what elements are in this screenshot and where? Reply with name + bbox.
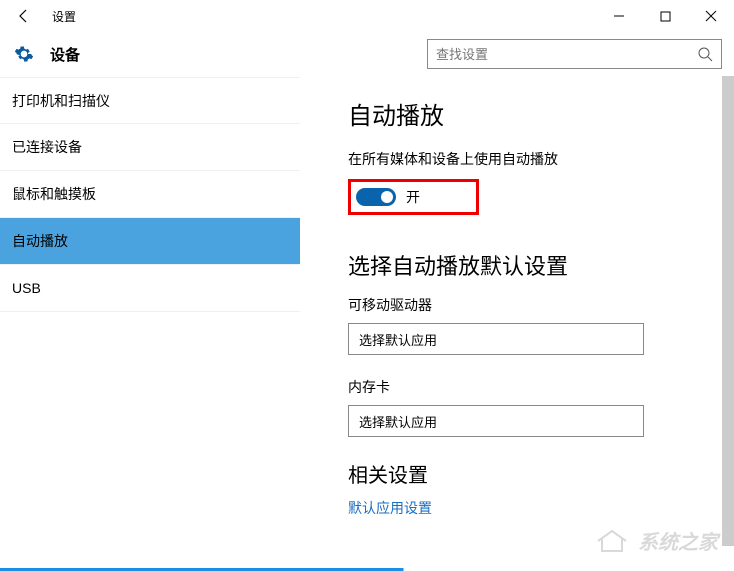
sidebar-item-usb[interactable]: USB xyxy=(0,265,300,312)
gear-wrap xyxy=(8,38,40,70)
content-pane: 自动播放 在所有媒体和设备上使用自动播放 开 选择自动播放默认设置 可移动驱动器… xyxy=(300,76,734,571)
sidebar-item-mouse-touchpad[interactable]: 鼠标和触摸板 xyxy=(0,171,300,218)
memorycard-value: 选择默认应用 xyxy=(359,412,437,431)
close-icon xyxy=(705,10,717,22)
scrollbar-thumb[interactable] xyxy=(722,76,734,546)
highlight-box: 开 xyxy=(348,179,479,215)
toggle-description: 在所有媒体和设备上使用自动播放 xyxy=(348,149,710,169)
page-category: 设备 xyxy=(50,44,80,65)
memorycard-label: 内存卡 xyxy=(348,377,710,397)
search-box[interactable] xyxy=(427,39,722,69)
toggle-state-label: 开 xyxy=(406,187,420,207)
search-input[interactable] xyxy=(436,47,697,62)
header-row: 设备 xyxy=(0,32,734,76)
sidebar-item-autoplay[interactable]: 自动播放 xyxy=(0,218,300,265)
defaults-heading: 选择自动播放默认设置 xyxy=(348,249,710,281)
body: 打印机和扫描仪 已连接设备 鼠标和触摸板 自动播放 USB 自动播放 在所有媒体… xyxy=(0,76,734,571)
removable-drive-value: 选择默认应用 xyxy=(359,330,437,349)
maximize-button[interactable] xyxy=(642,0,688,32)
minimize-icon xyxy=(613,10,625,22)
gear-icon xyxy=(14,44,34,64)
search-icon xyxy=(697,46,713,62)
related-heading: 相关设置 xyxy=(348,459,710,488)
removable-drive-label: 可移动驱动器 xyxy=(348,295,710,315)
page-title: 自动播放 xyxy=(348,96,710,131)
sidebar-item-connected-devices[interactable]: 已连接设备 xyxy=(0,124,300,171)
titlebar: 设置 xyxy=(0,0,734,32)
memorycard-select[interactable]: 选择默认应用 xyxy=(348,405,644,437)
scrollbar[interactable] xyxy=(722,76,734,566)
arrow-left-icon xyxy=(16,8,32,24)
minimize-button[interactable] xyxy=(596,0,642,32)
sidebar-item-printers[interactable]: 打印机和扫描仪 xyxy=(0,77,300,124)
maximize-icon xyxy=(660,11,671,22)
window-title: 设置 xyxy=(52,8,76,25)
sidebar: 打印机和扫描仪 已连接设备 鼠标和触摸板 自动播放 USB xyxy=(0,76,300,571)
removable-drive-select[interactable]: 选择默认应用 xyxy=(348,323,644,355)
back-button[interactable] xyxy=(8,0,40,32)
autoplay-toggle[interactable] xyxy=(356,188,396,206)
default-apps-link[interactable]: 默认应用设置 xyxy=(348,498,710,518)
close-button[interactable] xyxy=(688,0,734,32)
window-controls xyxy=(596,0,734,32)
